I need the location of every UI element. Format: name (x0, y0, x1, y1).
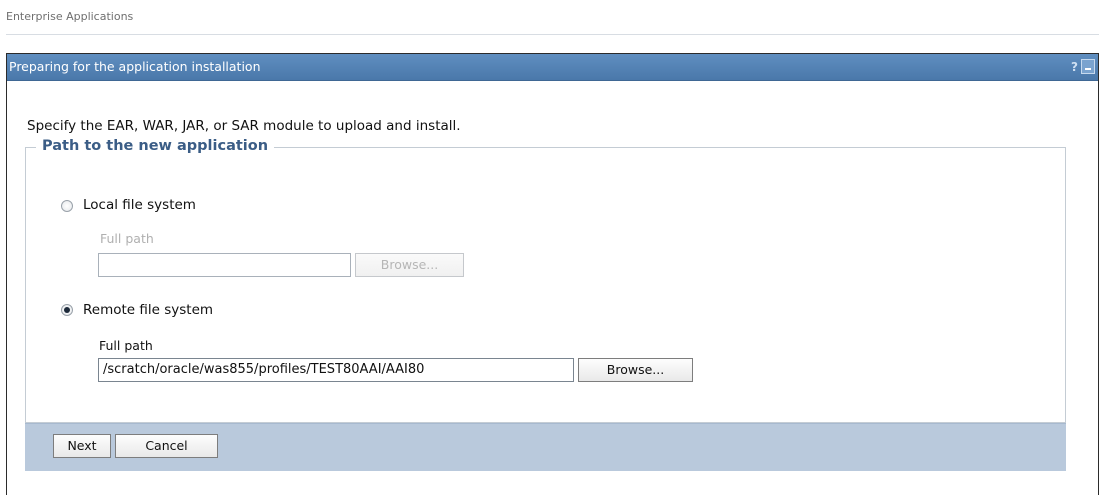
instructions-text: Specify the EAR, WAR, JAR, or SAR module… (27, 118, 461, 134)
local-browse-button[interactable]: Browse... (355, 253, 464, 277)
breadcrumb: Enterprise Applications (6, 0, 1099, 35)
local-file-system-label[interactable]: Local file system (83, 197, 196, 213)
minimize-icon[interactable] (1081, 59, 1095, 74)
remote-browse-button[interactable]: Browse... (578, 358, 693, 382)
cancel-button[interactable]: Cancel (115, 434, 218, 458)
panel-header: Preparing for the application installati… (7, 54, 1098, 81)
remote-path-input[interactable]: /scratch/oracle/was855/profiles/TEST80AA… (98, 358, 574, 382)
local-path-input[interactable] (98, 253, 351, 277)
local-file-system-radio[interactable] (61, 200, 73, 212)
remote-file-system-label[interactable]: Remote file system (83, 302, 213, 318)
next-button[interactable]: Next (53, 434, 111, 458)
local-full-path-label: Full path (100, 231, 154, 246)
remote-full-path-label: Full path (99, 338, 153, 353)
path-legend: Path to the new application (36, 138, 275, 154)
remote-file-system-radio[interactable] (61, 304, 73, 316)
panel-title: Preparing for the application installati… (9, 59, 261, 74)
help-icon[interactable]: ? (1071, 54, 1078, 80)
